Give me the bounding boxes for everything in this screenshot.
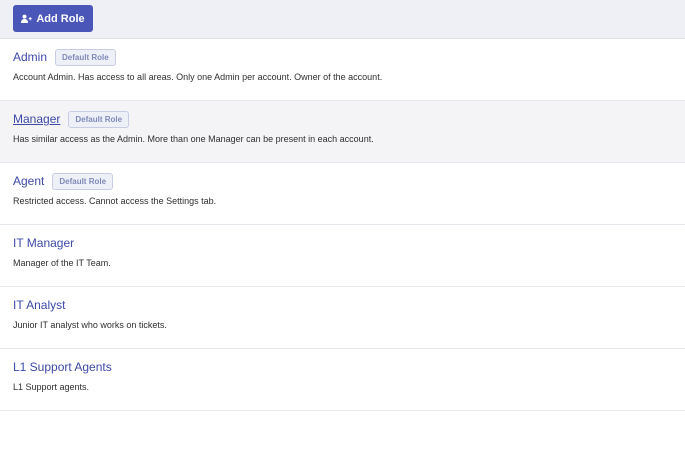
role-row-it-analyst: IT Analyst Junior IT analyst who works o… (0, 287, 685, 349)
role-name-link[interactable]: IT Manager (13, 236, 74, 250)
role-description: Junior IT analyst who works on tickets. (13, 320, 167, 330)
role-list: Admin Default Role Account Admin. Has ac… (0, 39, 685, 411)
role-name-link[interactable]: Manager (13, 112, 60, 126)
role-name-link[interactable]: L1 Support Agents (13, 360, 112, 374)
role-row-admin: Admin Default Role Account Admin. Has ac… (0, 39, 685, 101)
add-role-button[interactable]: Add Role (13, 5, 93, 32)
default-role-badge: Default Role (55, 48, 116, 66)
add-role-label: Add Role (36, 12, 85, 25)
role-description: Has similar access as the Admin. More th… (13, 134, 374, 144)
role-name-link[interactable]: Admin (13, 50, 47, 64)
role-description: Restricted access. Cannot access the Set… (13, 196, 217, 206)
role-row-it-manager: IT Manager Manager of the IT Team. (0, 225, 685, 287)
users-plus-icon (21, 14, 33, 24)
role-description: Manager of the IT Team. (13, 258, 111, 268)
role-row-agent: Agent Default Role Restricted access. Ca… (0, 163, 685, 225)
role-row-l1-support-agents: L1 Support Agents L1 Support agents. (0, 349, 685, 411)
role-name-link[interactable]: Agent (13, 174, 44, 188)
role-row-manager: Manager Default Role Has similar access … (0, 101, 685, 163)
default-role-badge: Default Role (52, 172, 114, 190)
role-name-link[interactable]: IT Analyst (13, 298, 65, 312)
default-role-badge: Default Role (68, 110, 130, 128)
role-description: Account Admin. Has access to all areas. … (13, 72, 383, 82)
toolbar: Add Role (0, 0, 685, 39)
role-description: L1 Support agents. (13, 382, 90, 392)
